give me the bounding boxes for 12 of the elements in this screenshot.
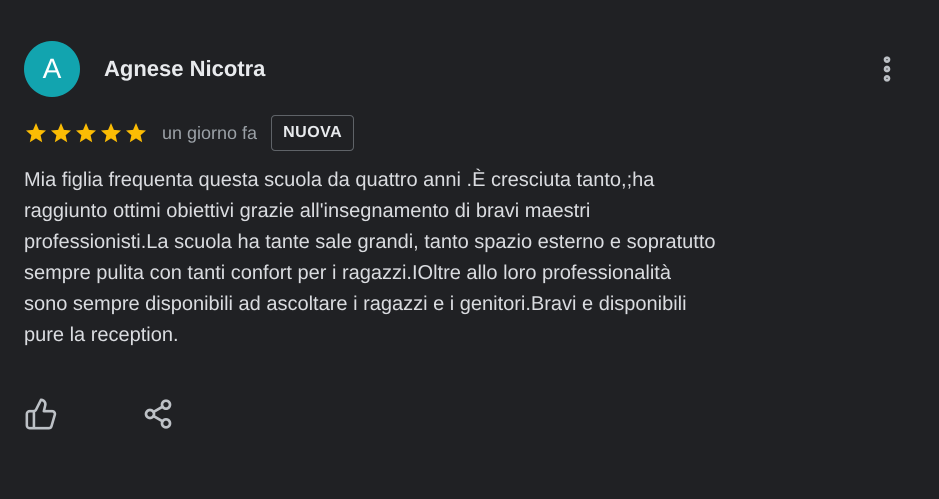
review-time: un giorno fa [162, 122, 258, 144]
star-icon [99, 121, 123, 145]
share-icon[interactable] [142, 398, 174, 430]
star-icon [74, 121, 98, 145]
new-badge: NUOVA [271, 115, 354, 151]
star-icon [24, 121, 48, 145]
avatar: A [24, 41, 80, 97]
star-icon [124, 121, 148, 145]
review-text: Mia figlia frequenta questa scuola da quattro anni .È cresciuta tanto,;ha raggiunto ottimi obiettivi grazie all'insegnamento di bravi maestri professionisti.La scuola ha tante sale grandi, tanto spazio esterno e sopratutto sempre pulita con tanti confort per i ragazzi.IOltre allo loro professionalità sono sempre disponibili ad ascoltare i ragazzi e i genitori.Bravi e disponibili pure la reception. [24, 168, 717, 348]
thumbs-up-icon[interactable] [24, 397, 58, 431]
author-name: Agnese Nicotra [104, 56, 266, 82]
star-icon [49, 121, 73, 145]
